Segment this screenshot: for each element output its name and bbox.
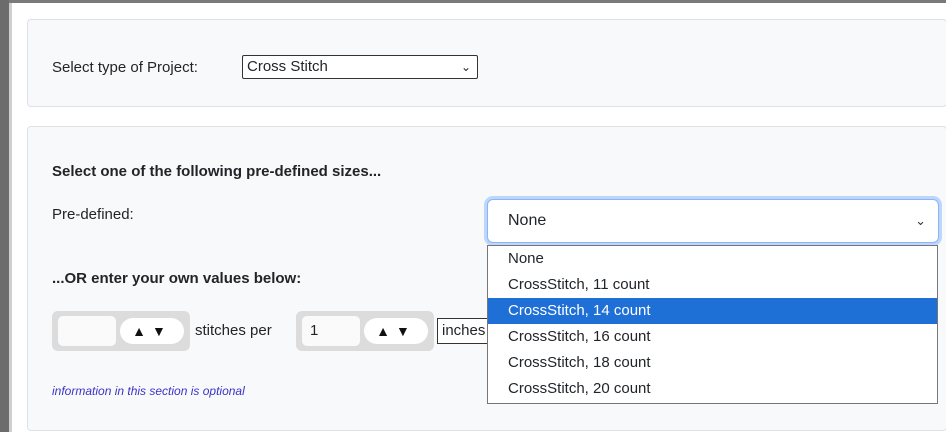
custom-heading: ...OR enter your own values below: bbox=[52, 270, 302, 287]
stitches-per-label: stitches per bbox=[195, 322, 272, 339]
window-top-border bbox=[0, 0, 946, 3]
project-type-select[interactable]: Cross Stitch ⌄ bbox=[242, 55, 478, 79]
chevron-down-icon: ⌄ bbox=[460, 60, 471, 74]
dropdown-option[interactable]: CrossStitch, 18 count bbox=[488, 350, 937, 376]
predefined-heading: Select one of the following pre-defined … bbox=[52, 163, 382, 180]
predefined-value: None bbox=[508, 212, 547, 229]
dropdown-option[interactable]: CrossStitch, 16 count bbox=[488, 324, 937, 350]
stitches-spinner-group: ▲▼ bbox=[52, 311, 190, 351]
dropdown-option[interactable]: CrossStitch, 20 count bbox=[488, 376, 937, 402]
project-type-label: Select type of Project: bbox=[52, 59, 198, 76]
stitches-spinner-buttons[interactable]: ▲▼ bbox=[120, 318, 184, 344]
predefined-dropdown-list: None CrossStitch, 11 count CrossStitch, … bbox=[487, 245, 938, 404]
predefined-label: Pre-defined: bbox=[52, 206, 134, 223]
per-input[interactable]: 1 bbox=[302, 316, 360, 346]
window-left-border bbox=[0, 0, 9, 432]
dropdown-option-highlighted[interactable]: CrossStitch, 14 count bbox=[488, 298, 937, 324]
dropdown-option[interactable]: None bbox=[488, 246, 937, 272]
predefined-select[interactable]: None ⌄ bbox=[487, 199, 939, 243]
chevron-down-icon: ⌄ bbox=[915, 213, 926, 228]
dropdown-option[interactable]: CrossStitch, 11 count bbox=[488, 272, 937, 298]
window-shadow bbox=[9, 3, 12, 432]
per-spinner-group: 1 ▲▼ bbox=[296, 311, 434, 351]
per-spinner-buttons[interactable]: ▲▼ bbox=[364, 318, 428, 344]
stitches-input[interactable] bbox=[58, 316, 116, 346]
optional-note: information in this section is optional bbox=[52, 384, 245, 398]
project-type-value: Cross Stitch bbox=[247, 58, 328, 75]
